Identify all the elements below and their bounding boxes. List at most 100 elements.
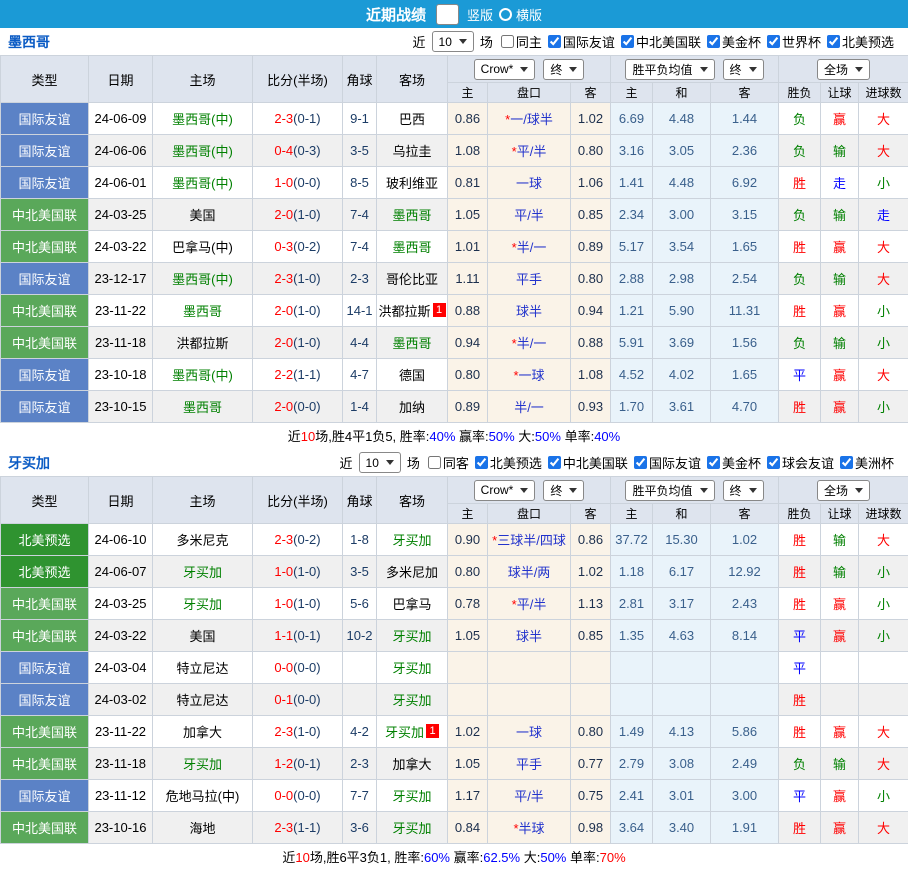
result-winloss: 负 <box>779 327 821 359</box>
euro-draw-odds: 4.48 <box>653 167 711 199</box>
euro-draw-odds: 3.40 <box>653 812 711 844</box>
competition-label: 国际友谊 <box>563 32 615 51</box>
scope-select[interactable]: 全场 <box>817 480 870 501</box>
competition-checkbox[interactable] <box>767 35 780 48</box>
col-home: 主场 <box>153 56 253 103</box>
result-handicap: 输 <box>821 263 859 295</box>
away-cell: 墨西哥 <box>377 327 448 359</box>
euro-draw-odds: 3.01 <box>653 780 711 812</box>
team-name-text: 海地 <box>189 821 215 836</box>
euro-draw-odds: 6.17 <box>653 556 711 588</box>
euro-stage-select[interactable]: 终 <box>723 480 764 501</box>
euro-draw-odds: 3.17 <box>653 588 711 620</box>
team-name-text: 巴拿马(中) <box>172 240 233 255</box>
competition-checkbox[interactable] <box>767 456 780 469</box>
euro-away-odds: 1.91 <box>711 812 779 844</box>
euro-odds-select[interactable]: 胜平负均值 <box>625 59 714 80</box>
score-main: 0-1 <box>274 692 293 707</box>
home-cell: 墨西哥(中) <box>153 359 253 391</box>
type-cell: 中北美国联 <box>1 327 89 359</box>
euro-home-odds: 1.18 <box>611 556 653 588</box>
home-cell: 牙买加 <box>153 748 253 780</box>
result-handicap <box>821 652 859 684</box>
asian-line-cell: 平/半 <box>488 780 571 812</box>
line-text: 球半 <box>516 304 542 319</box>
team-name-text: 加纳 <box>399 400 425 415</box>
euro-odds-select[interactable]: 胜平负均值 <box>625 480 714 501</box>
match-count-select[interactable]: 10 <box>432 31 474 52</box>
same-venue-checkbox[interactable] <box>501 35 514 48</box>
date-cell: 24-06-01 <box>89 167 153 199</box>
competition-label: 中北美国联 <box>563 453 628 472</box>
competition-checkbox[interactable] <box>634 456 647 469</box>
corner-cell: 9-1 <box>343 103 377 135</box>
asian-away-odds: 0.86 <box>571 524 611 556</box>
competition-checkbox[interactable] <box>475 456 488 469</box>
team-name-text: 加拿大 <box>183 725 222 740</box>
result-goals: 大 <box>859 103 908 135</box>
date-cell: 23-11-22 <box>89 295 153 327</box>
corner-cell: 3-6 <box>343 812 377 844</box>
competition-checkbox[interactable] <box>548 456 561 469</box>
date-cell: 24-06-06 <box>89 135 153 167</box>
col-date: 日期 <box>89 477 153 524</box>
competition-checkbox[interactable] <box>548 35 561 48</box>
home-cell: 巴拿马(中) <box>153 231 253 263</box>
type-cell: 国际友谊 <box>1 652 89 684</box>
corner-cell: 3-5 <box>343 135 377 167</box>
competition-checkbox[interactable] <box>707 456 720 469</box>
competition-filter: 美金杯 <box>701 453 761 472</box>
team-name-text: 牙买加 <box>392 533 431 548</box>
type-cell: 国际友谊 <box>1 167 89 199</box>
score-cell: 2-0(0-0) <box>253 391 343 423</box>
asian-line-cell: *一球 <box>488 359 571 391</box>
layout-option-horizontal[interactable]: 横版 <box>499 5 542 24</box>
asian-line-cell: 球半 <box>488 620 571 652</box>
competition-checkbox[interactable] <box>840 456 853 469</box>
type-cell: 中北美国联 <box>1 716 89 748</box>
competition-label: 世界杯 <box>782 32 821 51</box>
line-text: 平/半 <box>514 789 544 804</box>
competition-checkbox[interactable] <box>827 35 840 48</box>
bookmaker-select[interactable]: Crow* <box>474 59 536 80</box>
competition-checkbox[interactable] <box>707 35 720 48</box>
same-venue-checkbox[interactable] <box>428 456 441 469</box>
away-cell: 加拿大 <box>377 748 448 780</box>
result-winloss: 负 <box>779 199 821 231</box>
score-main: 2-3 <box>274 271 293 286</box>
result-handicap: 赢 <box>821 231 859 263</box>
result-handicap: 输 <box>821 556 859 588</box>
result-winloss: 胜 <box>779 231 821 263</box>
euro-home-odds: 6.69 <box>611 103 653 135</box>
euro-stage-select[interactable]: 终 <box>723 59 764 80</box>
asian-stage-select[interactable]: 终 <box>543 59 584 80</box>
bookmaker-select[interactable]: Crow* <box>474 480 536 501</box>
euro-home-odds: 5.17 <box>611 231 653 263</box>
layout-option-vertical[interactable]: 竖版 <box>432 4 493 25</box>
asian-stage-select[interactable]: 终 <box>543 480 584 501</box>
result-winloss: 胜 <box>779 167 821 199</box>
result-goals: 小 <box>859 556 908 588</box>
euro-home-odds: 2.79 <box>611 748 653 780</box>
score-cell: 1-0(1-0) <box>253 556 343 588</box>
score-main: 0-0 <box>274 788 293 803</box>
red-note-badge: 1 <box>426 724 439 738</box>
result-handicap: 赢 <box>821 391 859 423</box>
line-text: 球半/两 <box>508 565 551 580</box>
euro-home-odds: 1.35 <box>611 620 653 652</box>
team-name-text: 墨西哥(中) <box>172 112 233 127</box>
type-cell: 国际友谊 <box>1 780 89 812</box>
asian-line-cell: *半/一 <box>488 327 571 359</box>
score-cell: 2-3(1-0) <box>253 263 343 295</box>
home-cell: 牙买加 <box>153 588 253 620</box>
home-cell: 墨西哥(中) <box>153 135 253 167</box>
match-count-select[interactable]: 10 <box>359 452 401 473</box>
table-row: 中北美国联24-03-22美国1-1(0-1)10-2牙买加1.05球半0.85… <box>1 620 908 652</box>
result-winloss: 胜 <box>779 295 821 327</box>
euro-draw-odds: 2.98 <box>653 263 711 295</box>
date-cell: 23-11-12 <box>89 780 153 812</box>
competition-checkbox[interactable] <box>621 35 634 48</box>
score-half: (1-0) <box>293 596 320 611</box>
scope-select[interactable]: 全场 <box>817 59 870 80</box>
euro-away-odds: 1.44 <box>711 103 779 135</box>
